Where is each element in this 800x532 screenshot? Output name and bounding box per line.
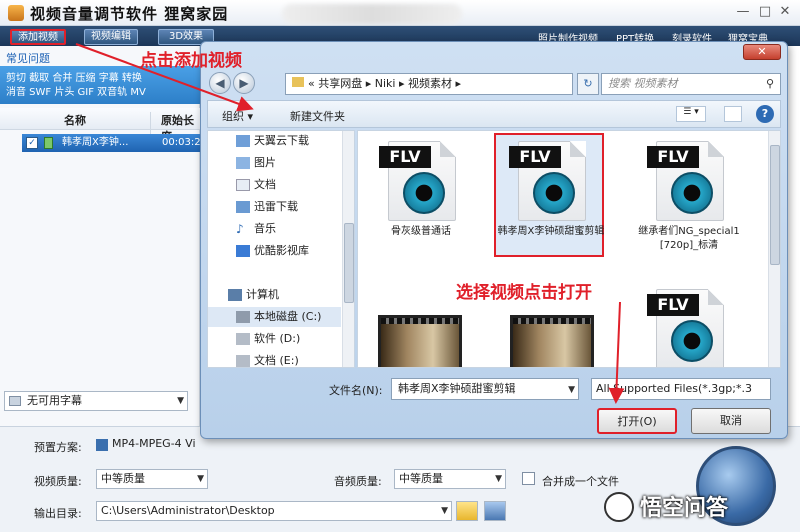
watermark-logo: [604, 492, 634, 522]
arrow-to-dialog: [75, 43, 254, 112]
arrow-to-open: [608, 301, 625, 404]
annotation-arrows: [75, 43, 625, 404]
watermark-text: 悟空问答: [640, 496, 729, 521]
